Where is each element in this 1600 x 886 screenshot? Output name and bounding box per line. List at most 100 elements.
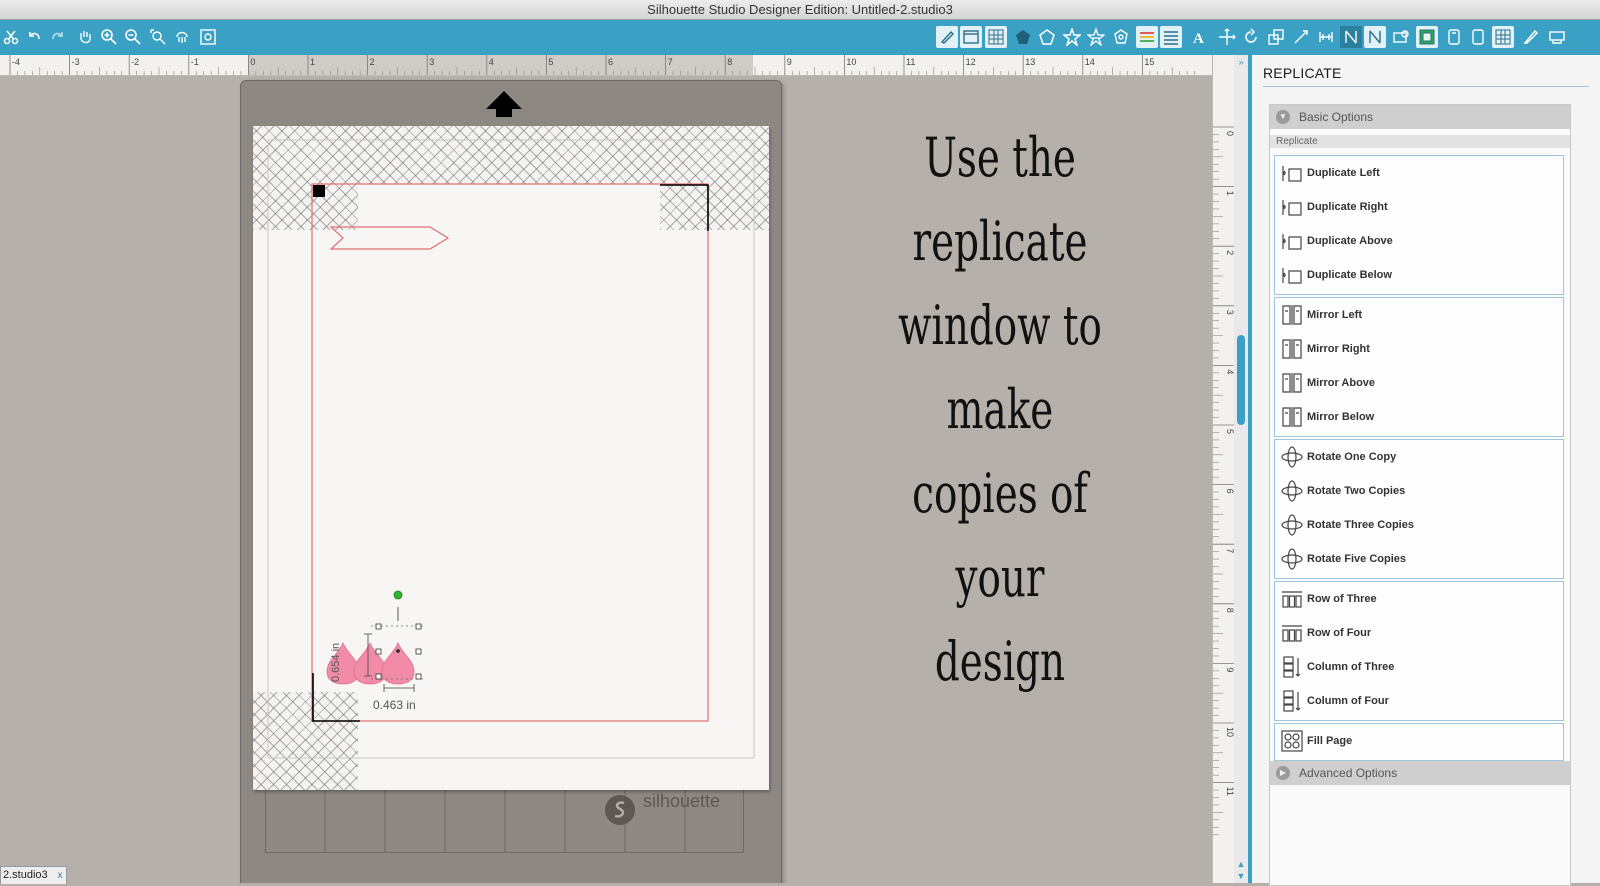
library-icon[interactable] [1443, 26, 1465, 48]
ruler-label: 5 [548, 57, 553, 67]
offset-icon[interactable] [1290, 26, 1312, 48]
scroll-collapse-icon[interactable]: » [1236, 57, 1246, 67]
duplicate-above-icon [1280, 229, 1304, 253]
basic-options-header[interactable]: ▼ Basic Options [1270, 105, 1570, 129]
rotate-five-copies-label: Rotate Five Copies [1307, 553, 1407, 565]
main-toolbar: A [0, 20, 1600, 55]
banner-arrow-shape[interactable] [329, 226, 450, 250]
ruler-label: -3 [72, 57, 80, 67]
grid-settings-icon[interactable] [960, 26, 982, 48]
mirror-below-button[interactable]: Mirror Below [1275, 400, 1563, 434]
ruler-label: 12 [966, 57, 976, 67]
mirror-left-icon [1280, 303, 1304, 327]
redo-icon[interactable] [47, 26, 69, 48]
mirror-right-button[interactable]: Mirror Right [1275, 332, 1563, 366]
rotate-handle[interactable] [393, 590, 403, 600]
scale-icon[interactable] [1240, 26, 1262, 48]
close-tab-icon[interactable]: x [58, 867, 63, 884]
mirror-above-label: Mirror Above [1307, 377, 1376, 389]
modify-icon[interactable] [1340, 26, 1362, 48]
duplicate-below-icon [1280, 263, 1304, 287]
document-tab[interactable]: 2.studio3 x [0, 866, 67, 884]
replicate-icon[interactable] [1315, 26, 1337, 48]
column-of-four-button[interactable]: Column of Four [1275, 684, 1563, 718]
height-dimension-label: 0.654 in [330, 642, 342, 682]
column-of-three-button[interactable]: Column of Three [1275, 650, 1563, 684]
design-canvas[interactable]: silhouette 0.654 in 0.463 in Use the rep… [0, 76, 1212, 883]
transform-icon[interactable]: A [1188, 26, 1210, 48]
ruler-label: 8 [727, 57, 732, 67]
duplicate-right-button[interactable]: Duplicate Right [1275, 190, 1563, 224]
mirror-above-button[interactable]: Mirror Above [1275, 366, 1563, 400]
rotate-five-copies-icon [1280, 547, 1304, 571]
ruler-label: -2 [131, 57, 139, 67]
settings-icon[interactable] [1492, 26, 1514, 48]
scroll-up-icon[interactable]: ▲ [1236, 859, 1246, 869]
fill-page-icon [1280, 729, 1304, 753]
rotate-one-copy-label: Rotate One Copy [1307, 451, 1397, 463]
point-edit-icon[interactable] [1265, 26, 1287, 48]
zoom-fit-icon[interactable] [197, 26, 219, 48]
mirror-left-button[interactable]: Mirror Left [1275, 298, 1563, 332]
page-settings-icon[interactable] [936, 26, 958, 48]
line-color-icon[interactable] [1036, 26, 1058, 48]
rotate-three-copies-button[interactable]: Rotate Three Copies [1275, 508, 1563, 542]
row-of-three-button[interactable]: Row of Three [1275, 582, 1563, 616]
replicate-sublabel: Replicate [1270, 135, 1570, 148]
duplicate-above-button[interactable]: Duplicate Above [1275, 224, 1563, 258]
ruler-label: 1 [310, 57, 315, 67]
collapse-triangle-icon: ▼ [1276, 110, 1290, 124]
pan-hand-icon[interactable] [74, 26, 96, 48]
advanced-options-header[interactable]: ▶ Advanced Options [1270, 761, 1570, 785]
vertical-scrollbar[interactable]: » ▲ ▼ [1234, 55, 1248, 883]
replicate-group: Rotate One Copy Rotate Two Copies Rotate T… [1274, 439, 1564, 579]
horizontal-ruler-ticks: -4 -3 -2 -1 0 1 2 3 4 5 6 7 8 9 10 11 12 13 14 15 [9, 55, 1195, 75]
line-style-icon[interactable] [1061, 26, 1083, 48]
send-icon[interactable] [1467, 26, 1489, 48]
zoom-in-icon[interactable] [98, 26, 120, 48]
cut-border [311, 183, 709, 722]
rotate-icon[interactable] [1216, 26, 1238, 48]
mirror-left-label: Mirror Left [1307, 309, 1362, 321]
panel-title: REPLICATE [1263, 65, 1342, 81]
gradient-icon[interactable] [1085, 26, 1107, 48]
zoom-out-icon[interactable] [122, 26, 144, 48]
annotation-line: copies of your [912, 462, 1088, 609]
text-style-icon[interactable] [1136, 26, 1158, 48]
zoom-drag-icon[interactable] [171, 26, 193, 48]
store-icon[interactable] [1416, 26, 1438, 48]
undo-icon[interactable] [23, 26, 45, 48]
row-of-four-button[interactable]: Row of Four [1275, 616, 1563, 650]
zoom-select-icon[interactable] [147, 26, 169, 48]
row-of-three-icon [1280, 587, 1304, 611]
mirror-below-icon [1280, 405, 1304, 429]
scissors-icon[interactable] [0, 26, 22, 48]
align-icon[interactable] [1160, 26, 1182, 48]
width-dimension-guide [383, 684, 415, 692]
document-tab-label: 2.studio3 [3, 869, 48, 881]
advanced-options-label: Advanced Options [1299, 766, 1398, 780]
rotate-one-copy-icon [1280, 445, 1304, 469]
width-dimension-label: 0.463 in [373, 698, 416, 712]
fill-color-icon[interactable] [1012, 26, 1034, 48]
registration-corner-mark-top-right [660, 184, 709, 231]
scroll-down-icon[interactable]: ▼ [1236, 871, 1246, 881]
pattern-icon[interactable] [1110, 26, 1132, 48]
duplicate-right-label: Duplicate Right [1307, 201, 1388, 213]
trace-icon[interactable] [1390, 26, 1412, 48]
duplicate-below-button[interactable]: Duplicate Below [1275, 258, 1563, 292]
scrollbar-thumb[interactable] [1237, 335, 1245, 425]
rotate-one-copy-button[interactable]: Rotate One Copy [1275, 440, 1563, 474]
horizontal-ruler: -4 -3 -2 -1 0 1 2 3 4 5 6 7 8 9 10 11 12 13 14 15 [0, 55, 1212, 76]
rotate-two-copies-icon [1280, 479, 1304, 503]
ruler-label: 13 [1025, 57, 1035, 67]
rotate-five-copies-button[interactable]: Rotate Five Copies [1275, 542, 1563, 576]
duplicate-left-button[interactable]: Duplicate Left [1275, 156, 1563, 190]
replicate-group: Fill Page [1274, 723, 1564, 761]
send-to-silhouette-icon[interactable] [1546, 26, 1568, 48]
rotate-two-copies-button[interactable]: Rotate Two Copies [1275, 474, 1563, 508]
cut-settings-icon[interactable] [985, 26, 1007, 48]
design-store-icon[interactable] [1520, 26, 1542, 48]
fill-page-button[interactable]: Fill Page [1275, 724, 1563, 758]
knife-icon[interactable] [1364, 26, 1386, 48]
